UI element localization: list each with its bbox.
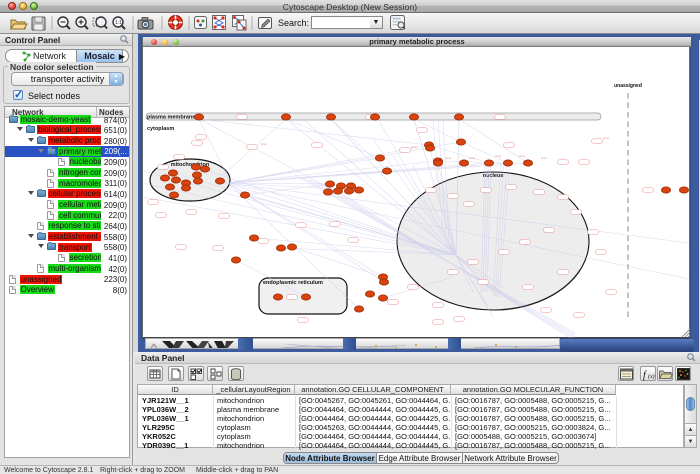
svg-text:cytoplasm: cytoplasm [147,126,174,132]
svg-text:(xxx): (xxx) [519,154,525,158]
svg-text:(xxx): (xxx) [411,145,417,149]
svg-text:(x): (x) [648,373,655,380]
svg-text:(xxx): (xxx) [495,154,501,158]
svg-text:(xxx): (xxx) [541,156,547,160]
svg-text:(xxx): (xxx) [261,142,267,146]
svg-text:1:1: 1:1 [115,20,122,26]
svg-text:unassigned: unassigned [614,83,642,89]
svg-text:(xxx): (xxx) [603,136,609,140]
svg-text:endoplasmic reticulum: endoplasmic reticulum [263,280,323,286]
svg-text:f: f [643,370,647,381]
svg-text:plasma membrane: plasma membrane [147,115,195,121]
svg-text:(xxx): (xxx) [469,156,475,160]
svg-text:(xxx): (xxx) [445,156,451,160]
